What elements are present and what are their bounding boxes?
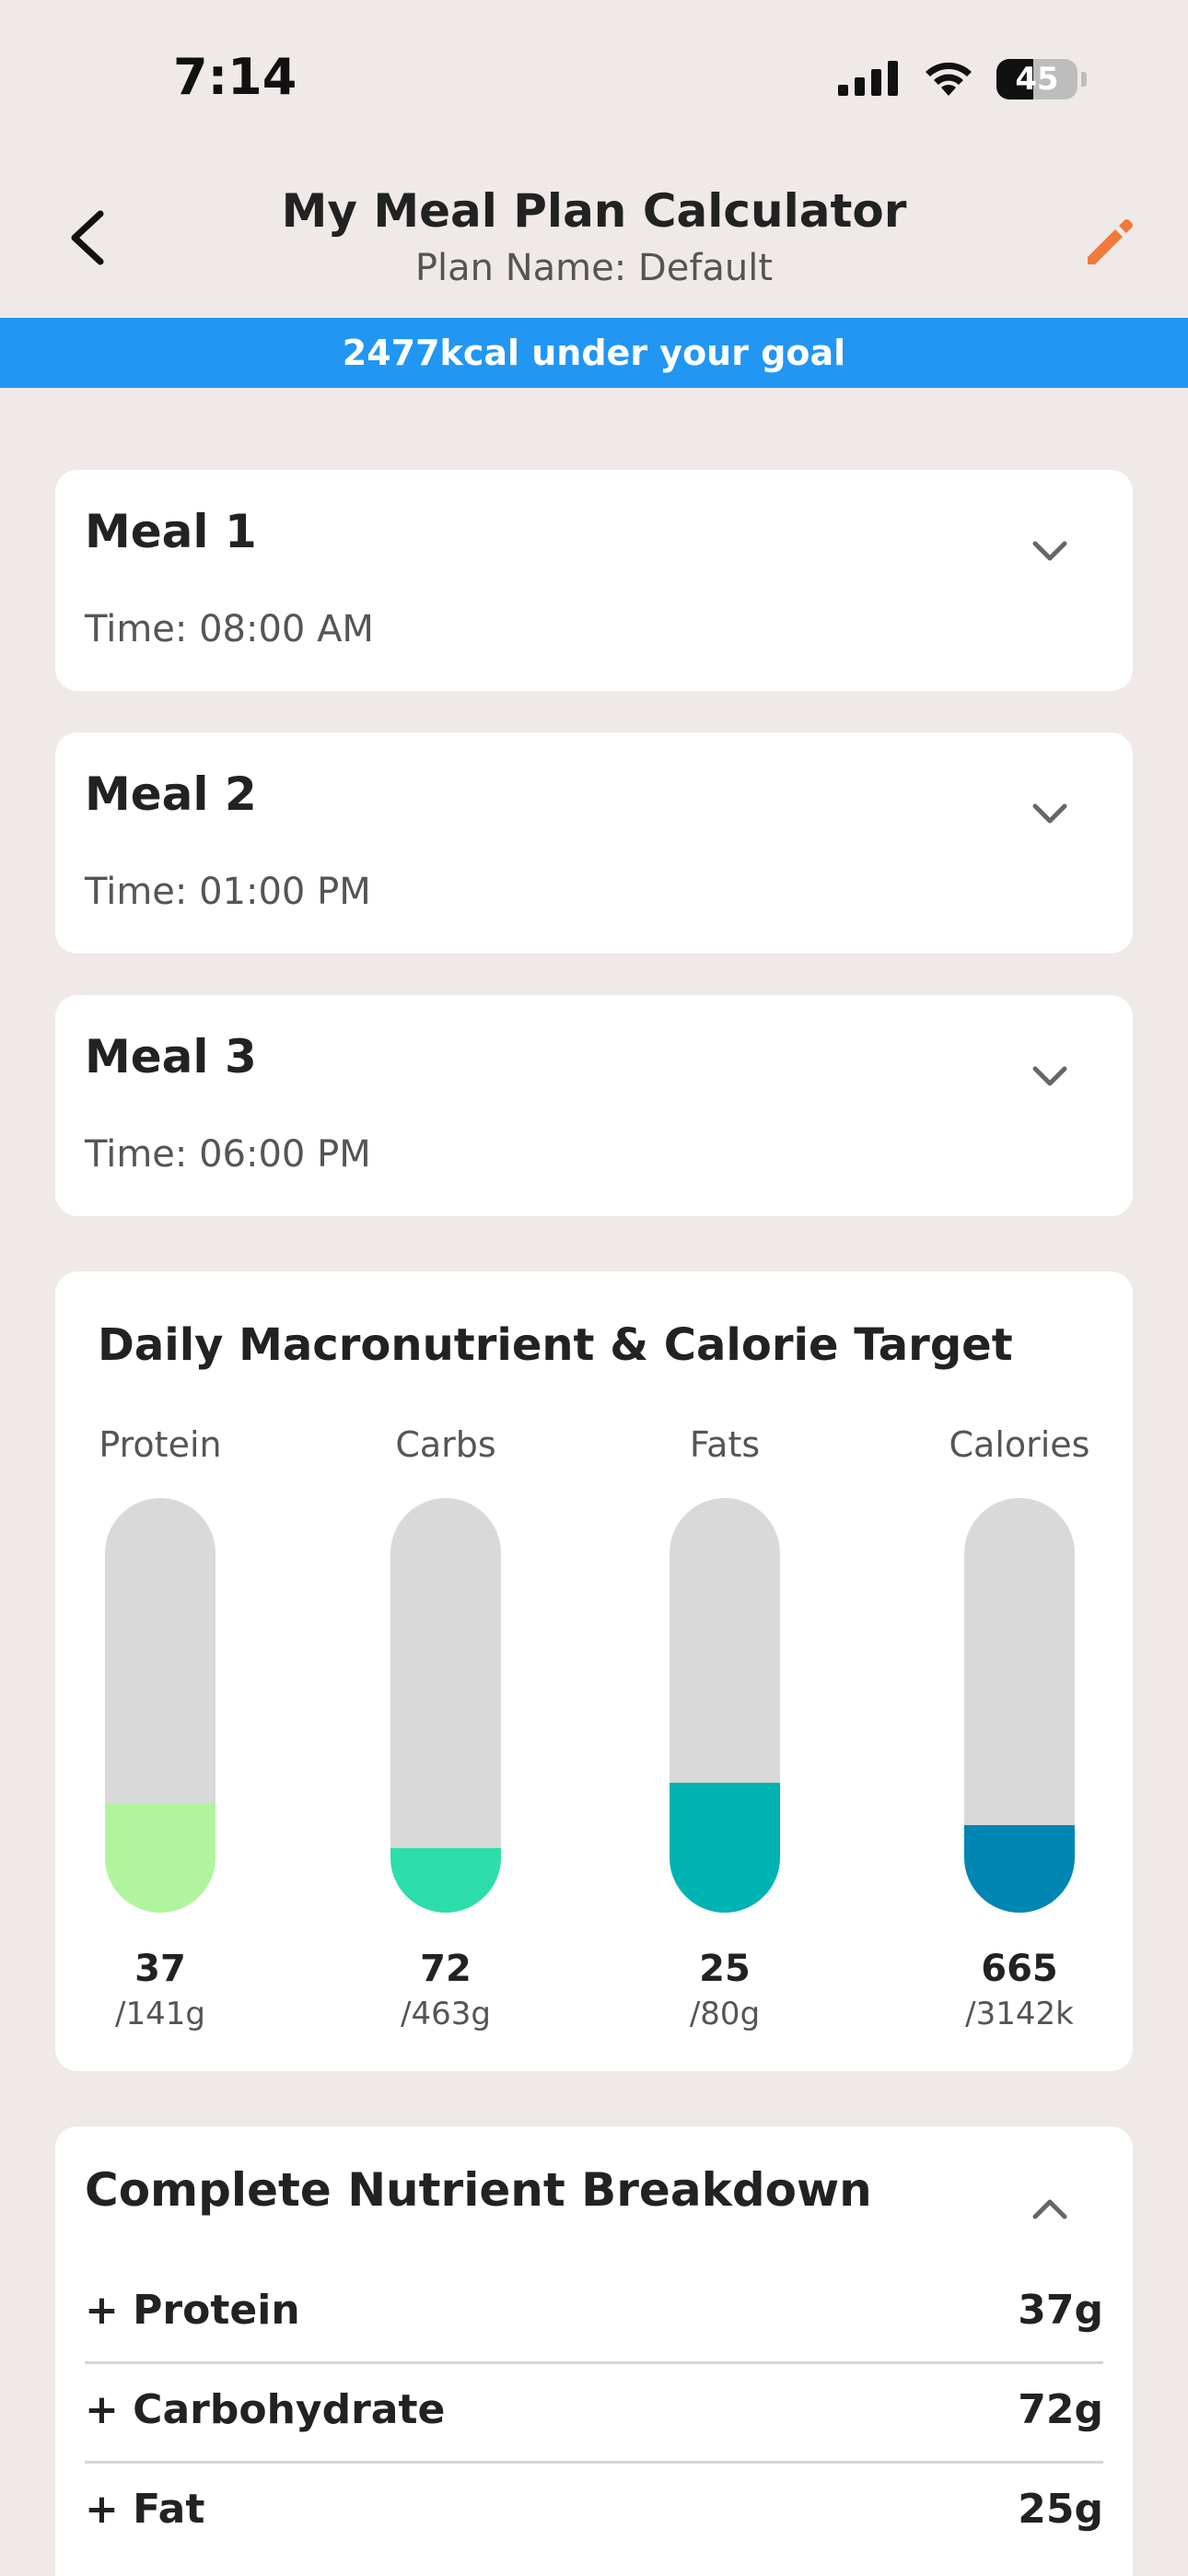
macro-target: /80g — [689, 1996, 761, 2032]
macro-target: /3142k — [965, 1996, 1074, 2032]
macro-fats: Fats 25 /80g — [633, 1424, 817, 2032]
breakdown-title: Complete Nutrient Breakdown — [85, 2163, 872, 2217]
nutrient-amount: 25g — [1018, 2486, 1103, 2533]
nutrient-name: + Protein — [85, 2287, 300, 2334]
app-screen: 7:14 45 My Meal Plan Calculator Plan Nam… — [0, 0, 1188, 2576]
nutrient-amount: 37g — [1018, 2287, 1103, 2334]
signal-icon — [838, 59, 901, 100]
meal-time: Time: 01:00 PM — [85, 871, 371, 913]
macro-card-title: Daily Macronutrient & Calorie Target — [98, 1319, 1013, 1371]
nutrient-row-protein[interactable]: + Protein 37g — [85, 2265, 1103, 2364]
macro-progress-pill — [390, 1498, 501, 1913]
status-icons: 45 — [838, 57, 1087, 101]
meal-card[interactable]: Meal 3 Time: 06:00 PM — [55, 995, 1133, 1216]
macro-label: Fats — [689, 1424, 761, 1465]
page-title: My Meal Plan Calculator — [281, 184, 907, 238]
calorie-goal-banner: 2477kcal under your goal — [0, 318, 1188, 388]
macro-target: /141g — [115, 1996, 205, 2032]
macro-value: 37 — [134, 1948, 186, 1990]
pencil-icon — [1082, 215, 1137, 274]
macro-label: Protein — [99, 1424, 222, 1465]
nutrient-row-carbohydrate[interactable]: + Carbohydrate 72g — [85, 2364, 1103, 2464]
macro-protein: Protein 37 /141g — [68, 1424, 252, 2032]
macro-progress-fill — [390, 1847, 501, 1913]
macro-label: Carbs — [395, 1424, 496, 1465]
macro-label: Calories — [949, 1424, 1090, 1465]
meal-title: Meal 2 — [85, 767, 257, 821]
macro-progress-fill — [964, 1824, 1075, 1913]
nutrient-name: + Carbohydrate — [85, 2386, 446, 2433]
macro-carbs: Carbs 72 /463g — [354, 1424, 538, 2032]
nutrient-name: + Fat — [85, 2486, 205, 2533]
wifi-icon — [921, 57, 976, 101]
battery-nub — [1081, 72, 1087, 87]
battery-icon: 45 — [996, 59, 1077, 100]
macro-progress-pill — [964, 1498, 1075, 1913]
macro-progress-pill — [670, 1498, 780, 1913]
macro-progress-fill — [670, 1783, 780, 1913]
meal-card[interactable]: Meal 2 Time: 01:00 PM — [55, 732, 1133, 954]
nutrient-amount: 72g — [1018, 2386, 1103, 2433]
chevron-up-icon — [1031, 2198, 1068, 2224]
macro-target-card: Daily Macronutrient & Calorie Target Pro… — [55, 1271, 1133, 2071]
chevron-down-icon — [1031, 1065, 1068, 1091]
meal-title: Meal 1 — [85, 505, 257, 558]
nav-header: My Meal Plan Calculator Plan Name: Defau… — [0, 157, 1188, 318]
macro-value: 72 — [420, 1948, 472, 1990]
plan-name: Plan Name: Default — [414, 247, 774, 289]
meal-card[interactable]: Meal 1 Time: 08:00 AM — [55, 470, 1133, 691]
macro-calories: Calories 665 /3142k — [927, 1424, 1112, 2032]
collapse-breakdown-button[interactable] — [1022, 2184, 1077, 2239]
edit-plan-button[interactable] — [1068, 203, 1151, 286]
expand-meal-button[interactable] — [1022, 788, 1077, 843]
meal-title: Meal 3 — [85, 1030, 257, 1083]
status-bar: 7:14 45 — [0, 0, 1188, 157]
macro-target: /463g — [401, 1996, 491, 2032]
battery-level: 45 — [1015, 61, 1059, 98]
macro-progress-fill — [105, 1804, 215, 1913]
chevron-down-icon — [1031, 540, 1068, 566]
macro-value: 665 — [981, 1948, 1058, 1990]
macro-value: 25 — [699, 1948, 751, 1990]
expand-meal-button[interactable] — [1022, 525, 1077, 580]
nutrient-row-fat[interactable]: + Fat 25g — [85, 2464, 1103, 2563]
status-time: 7:14 — [173, 48, 297, 106]
expand-meal-button[interactable] — [1022, 1050, 1077, 1106]
macro-progress-pill — [105, 1498, 215, 1913]
meal-time: Time: 08:00 AM — [85, 608, 374, 650]
nutrient-breakdown-card: Complete Nutrient Breakdown + Protein 37… — [55, 2126, 1133, 2576]
chevron-down-icon — [1031, 802, 1068, 828]
meal-time: Time: 06:00 PM — [85, 1133, 371, 1176]
